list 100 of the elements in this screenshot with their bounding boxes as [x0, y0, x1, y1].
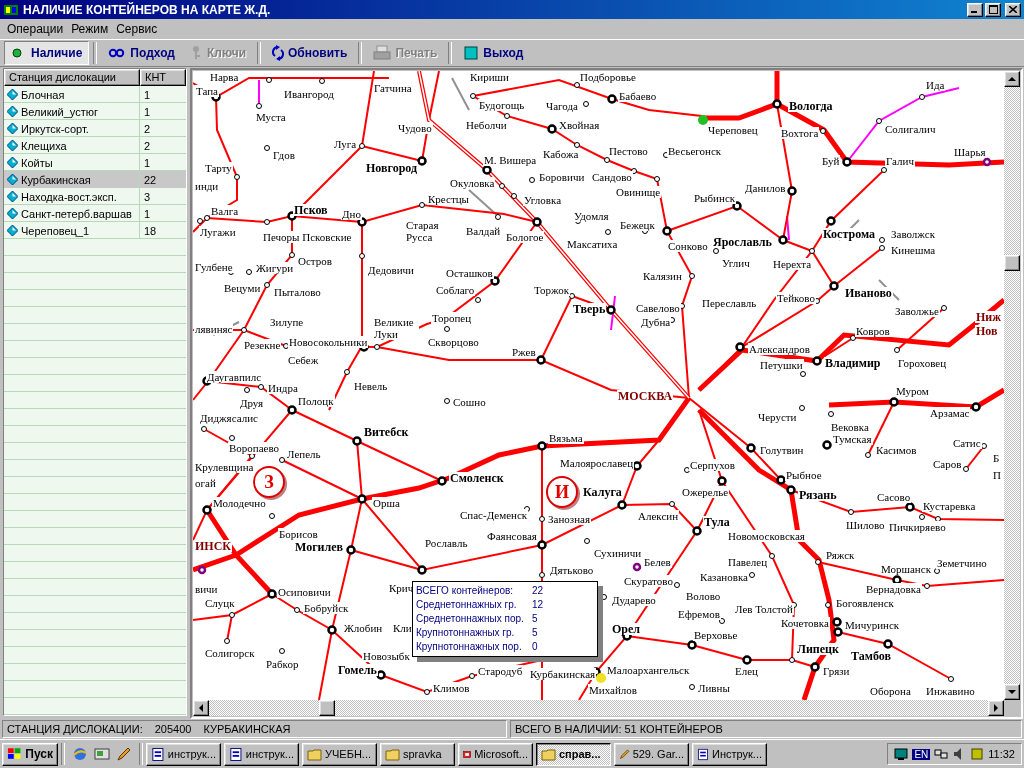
station-name: Клещиха: [21, 139, 67, 152]
tooltip-label: Крупнотоннажных гр.: [416, 626, 516, 640]
language-indicator[interactable]: EN: [912, 748, 931, 760]
pencil-icon: [619, 746, 630, 762]
scrollbar-thumb[interactable]: [319, 700, 335, 716]
station-label: Полоцк: [297, 395, 335, 407]
column-header[interactable]: КНТ: [140, 69, 186, 86]
station-label: Ожерелье: [681, 486, 730, 498]
station-label: Тверь: [572, 303, 607, 315]
column-header[interactable]: Станция дислокации: [4, 69, 140, 86]
document-icon: [151, 746, 165, 762]
taskbar-button[interactable]: УЧЕБН...: [302, 742, 377, 766]
scroll-left-button[interactable]: [193, 700, 209, 716]
station-label: Ливны: [697, 682, 731, 694]
scrollbar-thumb[interactable]: [1004, 255, 1020, 271]
maximize-icon: [988, 5, 998, 14]
station-label: Оборона: [869, 685, 912, 697]
station-label: Неболчи: [465, 119, 508, 131]
scroll-down-button[interactable]: [1004, 684, 1020, 700]
taskbar-button[interactable]: инструк...: [146, 742, 221, 766]
station-label: Угловка: [523, 194, 563, 206]
table-row[interactable]: Иркутск-сорт. 2: [4, 120, 186, 137]
station-label: Пичкиряево: [888, 521, 947, 533]
station-label: Елец: [734, 665, 759, 677]
station-label: Крестцы: [427, 193, 470, 205]
city-label: Нов: [975, 325, 999, 337]
taskbar-button[interactable]: инструк...: [224, 742, 299, 766]
menu-item[interactable]: Сервис: [112, 22, 162, 36]
station-label: Тула: [703, 516, 731, 528]
taskbar-button[interactable]: справ...: [536, 742, 611, 766]
globe-icon[interactable]: [72, 746, 88, 762]
station-label: Грязи: [822, 665, 851, 677]
flag-icon: [7, 747, 23, 761]
station-label: Пыталово: [273, 286, 322, 298]
station-label: Савелово: [635, 302, 681, 314]
printer-icon: [373, 45, 392, 61]
station-label: Скворцово: [427, 336, 480, 348]
desktop-icon[interactable]: [94, 746, 110, 762]
station-label: Печоры Псковские: [262, 231, 353, 243]
document-icon: [697, 746, 709, 762]
tooltip-value: 22: [532, 584, 545, 598]
total-count: ВСЕГО В НАЛИЧИИ: 51 КОНТЕЙНЕРОВ: [515, 723, 723, 735]
station-label: Муста: [255, 111, 287, 123]
taskbar-button[interactable]: spravka: [380, 742, 455, 766]
station-label: Борисов: [278, 528, 319, 540]
taskbar-button[interactable]: Инструк...: [692, 742, 767, 766]
station-label: Алексин: [637, 510, 680, 522]
station-label: Пестово: [608, 145, 649, 157]
station-label: Солигорск: [204, 647, 256, 659]
station-label: Кострома: [822, 228, 876, 240]
close-button[interactable]: [1005, 2, 1021, 17]
station-label: П: [992, 469, 1002, 481]
station-name: Блочная: [21, 88, 65, 101]
station-label: Занозная: [547, 513, 591, 525]
station-label: Смоленск: [449, 472, 505, 484]
taskbar-button[interactable]: 529. Gar...: [614, 742, 689, 766]
table-row[interactable]: Блочная 1: [4, 86, 186, 103]
station-label: Стародуб: [477, 665, 524, 677]
minimize-button[interactable]: [967, 2, 983, 17]
station-label: Вернадовка: [865, 583, 922, 595]
station-label: Валдай: [465, 225, 502, 237]
station-label: Саров: [932, 458, 963, 470]
stock-button[interactable]: Наличие: [4, 41, 90, 65]
menu-item[interactable]: Режим: [67, 22, 113, 36]
table-row[interactable]: Курбакинская 22: [4, 171, 186, 188]
maximize-button[interactable]: [985, 2, 1001, 17]
station-label: Овинище: [615, 186, 662, 198]
caret-icon: [197, 704, 205, 712]
taskbar-button[interactable]: Microsoft...: [458, 742, 533, 766]
station-label: Чудово: [397, 122, 433, 134]
station-label: Крич: [388, 582, 415, 594]
monitor-icon[interactable]: [894, 747, 909, 761]
scroll-right-button[interactable]: [988, 700, 1004, 716]
station-label: Лев Толстой: [734, 603, 794, 615]
station-label: Переславль: [701, 297, 758, 309]
station-label: Рабкор: [265, 658, 300, 670]
station-label: Волово: [685, 590, 722, 602]
scroll-up-button[interactable]: [1004, 71, 1020, 87]
station-name: КУРБАКИНСКАЯ: [203, 723, 291, 735]
station-label: Боровичи: [538, 171, 586, 183]
station-label: Торжок: [533, 284, 571, 296]
station-label: Голутвин: [759, 444, 805, 456]
station-name: Находка-вост.эксп.: [21, 190, 117, 203]
menu-item[interactable]: Операции: [3, 22, 68, 36]
start-button[interactable]: Пуск: [2, 742, 58, 766]
table-row[interactable]: Великий_устюг 1: [4, 103, 186, 120]
station-label: Индра: [267, 382, 299, 394]
table-row[interactable]: Клещиха 2: [4, 137, 186, 154]
station-label: Малоархангельск: [606, 664, 691, 676]
station-label: Лугажи: [199, 226, 237, 238]
table-row[interactable]: Череповец_1 18: [4, 222, 186, 239]
table-row[interactable]: Находка-вост.эксп. 3: [4, 188, 186, 205]
station-label: Осташков: [445, 267, 494, 279]
table-row[interactable]: Санкт-петерб.варшав 1: [4, 205, 186, 222]
station-label: Казановка: [699, 571, 749, 583]
station-label: Валга: [210, 205, 240, 217]
station-label: Павелец: [727, 556, 769, 568]
network-icon[interactable]: [934, 747, 949, 761]
pencil-icon[interactable]: [116, 746, 132, 762]
station-label: Буй: [821, 155, 841, 167]
